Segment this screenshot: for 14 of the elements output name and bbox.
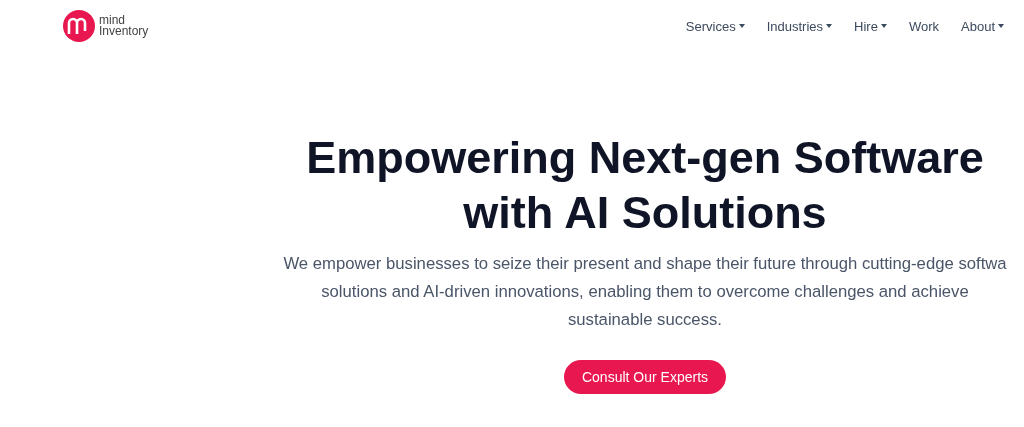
hero-description: We empower businesses to seize their present and shape their future through cutting-edge softwa solutions and AI-driven innovations, enabling them to overcome challenges and achieve sustainable success. <box>283 253 1007 331</box>
caret-icon <box>738 24 745 28</box>
nav-link[interactable]: Services <box>685 18 745 34</box>
caret-icon <box>880 24 887 28</box>
logo-icon <box>62 9 96 43</box>
consult-button[interactable]: Consult Our Experts <box>563 360 727 394</box>
nav-link[interactable]: About <box>961 18 1004 34</box>
nav-link[interactable]: Hire <box>854 18 887 34</box>
nav-link[interactable]: Industries <box>766 18 833 34</box>
nav-link[interactable]: Work <box>908 18 939 34</box>
caret-icon <box>998 24 1004 28</box>
caret-icon <box>826 24 833 28</box>
hero-heading: Empowering Next-gen Software with AI Solutions <box>306 131 984 240</box>
logo-text: mind Inventory <box>99 15 149 37</box>
